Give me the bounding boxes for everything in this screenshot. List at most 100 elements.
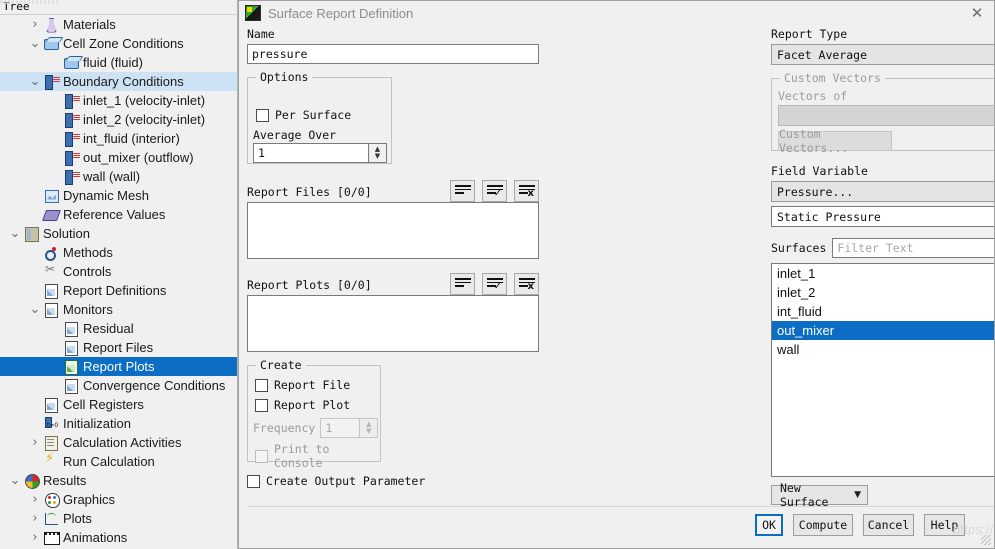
create-output-parameter-checkbox[interactable] <box>247 475 260 488</box>
chevron-right-icon[interactable]: › <box>28 490 42 509</box>
close-icon[interactable]: ✕ <box>966 3 988 23</box>
chevron-down-icon[interactable]: ⌄ <box>8 224 22 243</box>
spin-down-icon[interactable]: ▼ <box>366 428 371 435</box>
print-to-console-checkbox-row[interactable]: Print to Console <box>255 442 380 470</box>
create-output-parameter-row[interactable]: Create Output Parameter <box>247 474 539 488</box>
compute-button[interactable]: Compute <box>793 514 853 536</box>
report-plots-check-list-icon[interactable]: ✓ <box>482 273 507 295</box>
tree-item-label: Report Files <box>83 338 153 357</box>
tree-item-materials[interactable]: ›Materials <box>0 15 237 34</box>
surfaces-listbox[interactable]: inlet_1inlet_2int_fluidout_mixerwall <box>771 263 995 477</box>
chevron-right-icon[interactable]: › <box>28 528 42 547</box>
chevron-down-icon[interactable]: ⌄ <box>28 72 42 91</box>
tree-item-run-calculation[interactable]: Run Calculation <box>0 452 237 471</box>
resize-grip[interactable] <box>981 535 991 545</box>
chevron-right-icon[interactable]: › <box>28 509 42 528</box>
chevron-right-icon[interactable]: › <box>28 433 42 452</box>
tree-twisty-placeholder <box>48 129 62 148</box>
new-surface-label: New Surface <box>780 481 854 509</box>
tree-item-inlet-2-velocity-inlet[interactable]: inlet_2 (velocity-inlet) <box>0 110 237 129</box>
per-surface-label: Per Surface <box>275 108 351 122</box>
tree-twisty-placeholder <box>28 452 42 471</box>
spin-down-icon[interactable]: ▼ <box>375 153 380 160</box>
report-type-dropdown[interactable]: Facet Average ▼ <box>771 44 995 65</box>
ok-button[interactable]: OK <box>755 514 783 536</box>
chevron-down-icon[interactable]: ⌄ <box>28 34 42 53</box>
print-to-console-checkbox[interactable] <box>255 450 268 463</box>
tree-item-int-fluid-interior[interactable]: int_fluid (interior) <box>0 129 237 148</box>
tree-item-graphics[interactable]: ›Graphics <box>0 490 237 509</box>
tree-scrollbar[interactable] <box>0 0 60 4</box>
tree-item-cell-zone-conditions[interactable]: ⌄Cell Zone Conditions <box>0 34 237 53</box>
report-files-check-list-icon[interactable]: ✓ <box>482 180 507 202</box>
tree-item-inlet-1-velocity-inlet[interactable]: inlet_1 (velocity-inlet) <box>0 91 237 110</box>
tree-item-solution[interactable]: ⌄Solution <box>0 224 237 243</box>
tree-item-monitors[interactable]: ⌄Monitors <box>0 300 237 319</box>
frequency-value[interactable]: 1 <box>320 418 359 438</box>
tree-item-label: inlet_1 (velocity-inlet) <box>83 91 205 110</box>
tree-item-controls[interactable]: Controls <box>0 262 237 281</box>
average-over-stepper[interactable]: 1 ▲ ▼ <box>253 143 387 163</box>
tree-item-cell-registers[interactable]: Cell Registers <box>0 395 237 414</box>
field-variable-category-dropdown[interactable]: Pressure... ▼ <box>771 181 995 202</box>
report-plot-checkbox[interactable] <box>255 399 268 412</box>
tree-item-initialization[interactable]: Initialization <box>0 414 237 433</box>
tree-item-methods[interactable]: Methods <box>0 243 237 262</box>
average-over-value[interactable]: 1 <box>253 143 368 163</box>
tree-item-boundary-conditions[interactable]: ⌄Boundary Conditions <box>0 72 237 91</box>
surface-list-item[interactable]: int_fluid <box>772 302 995 321</box>
chevron-down-icon: ▼ <box>854 490 861 500</box>
chevron-down-icon[interactable]: ⌄ <box>28 300 42 319</box>
surface-list-item[interactable]: out_mixer <box>772 321 995 340</box>
tree-item-report-definitions[interactable]: Report Definitions <box>0 281 237 300</box>
tree-twisty-placeholder <box>48 376 62 395</box>
tree-item-out-mixer-outflow[interactable]: out_mixer (outflow) <box>0 148 237 167</box>
per-surface-checkbox[interactable] <box>256 109 269 122</box>
per-surface-checkbox-row[interactable]: Per Surface <box>256 108 351 122</box>
report-files-listbox[interactable] <box>247 202 539 259</box>
report-plot-checkbox-row[interactable]: Report Plot <box>255 398 350 412</box>
tree-item-wall-wall[interactable]: wall (wall) <box>0 167 237 186</box>
name-label: Name <box>247 27 539 41</box>
tree-item-residual[interactable]: Residual <box>0 319 237 338</box>
report-file-checkbox[interactable] <box>255 379 268 392</box>
field-variable-dropdown[interactable]: Static Pressure ⌄ <box>771 206 995 227</box>
report-file-checkbox-row[interactable]: Report File <box>255 378 350 392</box>
report-plots-listbox[interactable] <box>247 295 539 352</box>
report-files-delete-list-icon[interactable]: x <box>514 180 539 202</box>
surface-list-item[interactable]: inlet_1 <box>772 264 995 283</box>
surfaces-filter-input[interactable]: Filter Text <box>832 238 995 258</box>
tree-item-results[interactable]: ⌄Results <box>0 471 237 490</box>
tree-panel[interactable]: Tree ›Materials⌄Cell Zone Conditions flu… <box>0 0 238 549</box>
run-calculation-icon <box>42 454 60 470</box>
tree-item-fluid-fluid[interactable]: fluid (fluid) <box>0 53 237 72</box>
frequency-row[interactable]: Frequency 1 ▲ ▼ <box>253 418 378 438</box>
field-variable-value: Static Pressure <box>777 210 881 224</box>
frequency-spin-buttons[interactable]: ▲ ▼ <box>359 418 378 438</box>
average-over-spin-buttons[interactable]: ▲ ▼ <box>368 143 387 163</box>
tree-item-reference-values[interactable]: Reference Values <box>0 205 237 224</box>
frequency-stepper[interactable]: 1 ▲ ▼ <box>320 418 378 438</box>
tree-item-plots[interactable]: ›Plots <box>0 509 237 528</box>
report-files-list-icon[interactable] <box>450 180 475 202</box>
results-icon <box>22 473 40 489</box>
surface-list-item[interactable]: inlet_2 <box>772 283 995 302</box>
surface-list-item[interactable]: wall <box>772 340 995 359</box>
report-plots-delete-list-icon[interactable]: x <box>514 273 539 295</box>
tree-list[interactable]: ›Materials⌄Cell Zone Conditions fluid (f… <box>0 15 237 547</box>
dialog-titlebar[interactable]: Surface Report Definition ✕ <box>239 1 994 25</box>
report-type-label: Report Type <box>771 27 995 41</box>
tree-item-report-plots[interactable]: Report Plots <box>0 357 237 376</box>
cancel-button[interactable]: Cancel <box>863 514 914 536</box>
tree-item-dynamic-mesh[interactable]: Dynamic Mesh <box>0 186 237 205</box>
name-input[interactable]: pressure <box>247 44 539 64</box>
chevron-down-icon[interactable]: ⌄ <box>8 471 22 490</box>
tree-item-report-files[interactable]: Report Files <box>0 338 237 357</box>
tree-item-convergence-conditions[interactable]: Convergence Conditions <box>0 376 237 395</box>
new-surface-button[interactable]: New Surface ▼ <box>771 485 868 505</box>
report-plots-list-icon[interactable] <box>450 273 475 295</box>
tree-item-animations[interactable]: ›Animations <box>0 528 237 547</box>
tree-item-calculation-activities[interactable]: ›Calculation Activities <box>0 433 237 452</box>
tree-twisty-placeholder <box>28 186 42 205</box>
chevron-right-icon[interactable]: › <box>28 15 42 34</box>
